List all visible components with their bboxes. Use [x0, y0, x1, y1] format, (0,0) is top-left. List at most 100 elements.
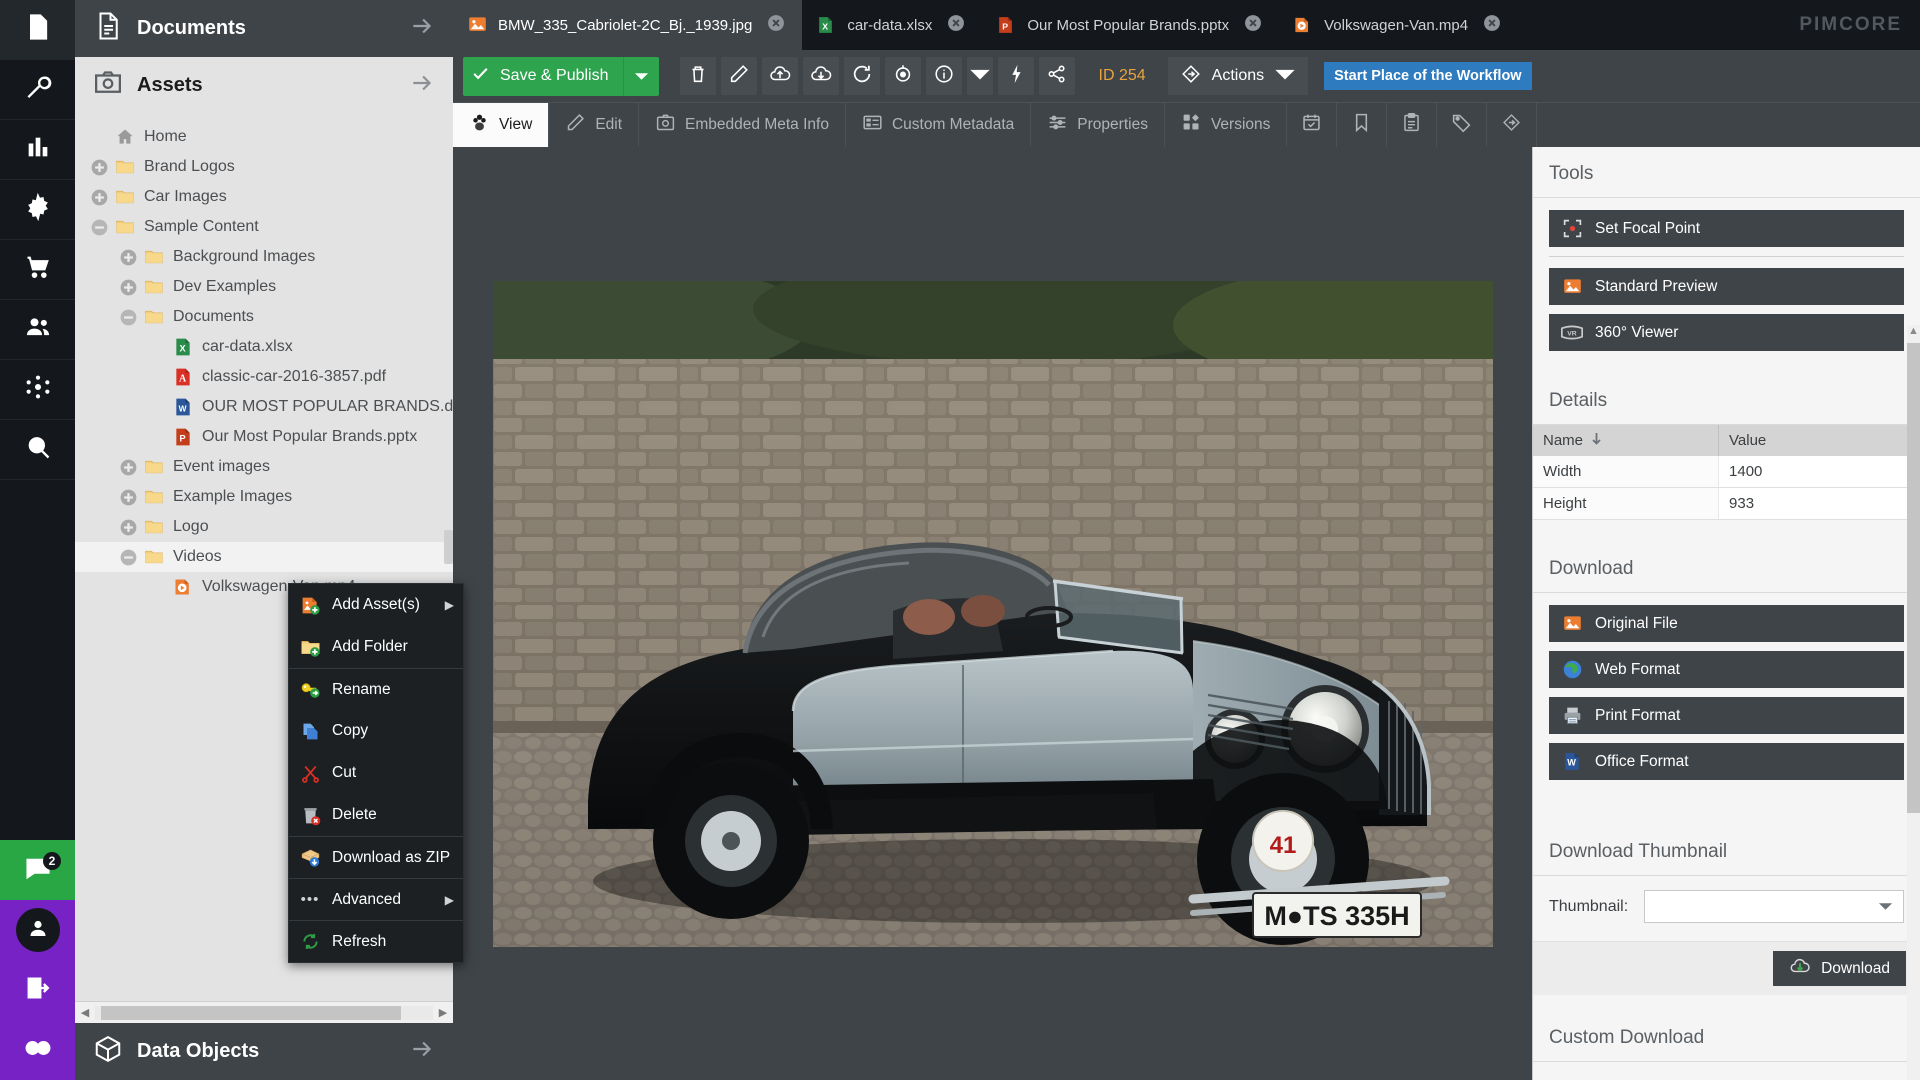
document-tab-bar[interactable]: BMW_335_Cabriolet-2C_Bj._1939.jpgXcar-da…	[453, 0, 1920, 50]
download-original-file-button[interactable]: Original File	[1549, 605, 1904, 642]
panel-resize-handle[interactable]	[444, 530, 453, 564]
context-menu-item-refresh[interactable]: Refresh	[289, 920, 463, 962]
tree-node[interactable]: WOUR MOST POPULAR BRANDS.docx	[75, 392, 453, 422]
close-icon[interactable]	[946, 13, 966, 37]
details-column-value[interactable]: Value	[1719, 425, 1920, 456]
tree-expander-plus-icon[interactable]	[118, 487, 139, 508]
arrow-right-icon[interactable]	[409, 70, 435, 101]
tree-context-menu[interactable]: Add Asset(s)▶Add FolderRenameCopyCutDele…	[288, 583, 464, 963]
tree-node[interactable]: Logo	[75, 512, 453, 542]
arrow-right-icon[interactable]	[409, 13, 435, 44]
context-menu-item-rename[interactable]: Rename	[289, 668, 463, 710]
document-tab[interactable]: POur Most Popular Brands.pptx	[982, 0, 1279, 50]
tree-horizontal-scrollbar[interactable]: ◀ ▶	[75, 1001, 453, 1023]
context-menu-item-add-folder[interactable]: Add Folder	[289, 626, 463, 668]
tree-node[interactable]: Dev Examples	[75, 272, 453, 302]
tree-expander-plus-icon[interactable]	[118, 277, 139, 298]
sub-tab-view[interactable]: View	[453, 103, 549, 147]
sub-tab-embedded-meta-info[interactable]: Embedded Meta Info	[639, 103, 846, 147]
scroll-track[interactable]	[95, 1006, 433, 1020]
rail-item-reports[interactable]	[0, 120, 75, 180]
sub-tab-clipboard[interactable]	[1387, 103, 1437, 147]
download-office-format-button[interactable]: W Office Format	[1549, 743, 1904, 780]
tree-node[interactable]: Example Images	[75, 482, 453, 512]
rail-item-marketing[interactable]	[0, 360, 75, 420]
download-web-format-button[interactable]: Web Format	[1549, 651, 1904, 688]
context-menu-item-copy[interactable]: Copy	[289, 710, 463, 752]
sub-tab-schedule-calendar[interactable]	[1287, 103, 1337, 147]
tree-node[interactable]: Background Images	[75, 242, 453, 272]
delete-button[interactable]	[680, 57, 716, 95]
rail-item-logout[interactable]	[0, 960, 75, 1020]
download-button[interactable]	[803, 57, 839, 95]
360-viewer-button[interactable]: VR 360° Viewer	[1549, 314, 1904, 351]
tree-expander-plus-icon[interactable]	[118, 247, 139, 268]
tree-node[interactable]: Documents	[75, 302, 453, 332]
more-button[interactable]	[967, 57, 993, 95]
thumbnail-select[interactable]	[1644, 890, 1904, 923]
save-dropdown-button[interactable]	[623, 57, 659, 96]
rail-item-notifications[interactable]: 2	[0, 840, 75, 900]
context-menu-item-download-as-zip[interactable]: Download as ZIP	[289, 836, 463, 878]
sub-tab-properties[interactable]: Properties	[1031, 103, 1165, 147]
scroll-thumb[interactable]	[101, 1006, 401, 1020]
info-button[interactable]	[926, 57, 962, 95]
scroll-left-arrow-icon[interactable]: ◀	[75, 1006, 95, 1019]
tree-expander-plus-icon[interactable]	[89, 187, 110, 208]
tree-node[interactable]: Home	[75, 122, 453, 152]
rail-item-tools[interactable]	[0, 60, 75, 120]
sub-tab-custom-metadata[interactable]: Custom Metadata	[846, 103, 1031, 147]
tree-node[interactable]: Brand Logos	[75, 152, 453, 182]
tree-expander-minus-icon[interactable]	[118, 307, 139, 328]
tree-node[interactable]: Xcar-data.xlsx	[75, 332, 453, 362]
workflow-status-badge[interactable]: Start Place of the Workflow	[1324, 62, 1531, 90]
tree-expander-minus-icon[interactable]	[118, 547, 139, 568]
rail-item-infinity[interactable]	[0, 1020, 75, 1080]
share-button[interactable]	[1039, 57, 1075, 95]
assets-panel-header[interactable]: Assets	[75, 57, 453, 114]
tree-expander-plus-icon[interactable]	[89, 157, 110, 178]
download-print-format-button[interactable]: Print Format	[1549, 697, 1904, 734]
rail-item-settings[interactable]	[0, 180, 75, 240]
rename-button[interactable]	[721, 57, 757, 95]
asset-sub-tabs[interactable]: ViewEditEmbedded Meta InfoCustom Metadat…	[453, 103, 1920, 147]
tree-node[interactable]: Event images	[75, 452, 453, 482]
rail-item-search[interactable]	[0, 420, 75, 480]
focal-point-button[interactable]	[885, 57, 921, 95]
flash-button[interactable]	[998, 57, 1034, 95]
document-tab[interactable]: Volkswagen-Van.mp4	[1279, 0, 1518, 50]
documents-panel-header[interactable]: Documents	[75, 0, 453, 57]
sub-tab-bookmark[interactable]	[1337, 103, 1387, 147]
sub-tab-tag[interactable]	[1437, 103, 1487, 147]
rail-item-profile[interactable]	[0, 900, 75, 960]
sub-tab-workflow[interactable]	[1487, 103, 1537, 147]
tree-node[interactable]: Videos	[75, 542, 453, 572]
tools-panel-scrollbar[interactable]: ▲	[1907, 325, 1920, 1080]
close-icon[interactable]	[766, 13, 786, 37]
asset-image-preview[interactable]: M●TS 335H 41	[493, 281, 1493, 947]
context-menu-item-cut[interactable]: Cut	[289, 752, 463, 794]
tree-expander-plus-icon[interactable]	[118, 457, 139, 478]
details-column-name[interactable]: Name	[1533, 425, 1719, 456]
actions-menu-button[interactable]: Actions	[1168, 57, 1308, 95]
sub-tab-versions[interactable]: Versions	[1165, 103, 1287, 147]
context-menu-item-add-asset-s[interactable]: Add Asset(s)▶	[289, 584, 463, 626]
context-menu-item-advanced[interactable]: •••Advanced▶	[289, 878, 463, 920]
scroll-thumb[interactable]	[1907, 343, 1920, 813]
set-focal-point-button[interactable]: Set Focal Point	[1549, 210, 1904, 247]
rail-item-customers[interactable]	[0, 300, 75, 360]
close-icon[interactable]	[1243, 13, 1263, 37]
save-and-publish-button[interactable]: Save & Publish	[463, 57, 659, 96]
tree-node[interactable]: Aclassic-car-2016-3857.pdf	[75, 362, 453, 392]
scroll-up-arrow-icon[interactable]: ▲	[1908, 325, 1919, 337]
thumbnail-download-button[interactable]: Download	[1773, 951, 1906, 986]
arrow-right-icon[interactable]	[409, 1036, 435, 1067]
rail-item-documents[interactable]	[0, 0, 75, 60]
data-objects-panel-header[interactable]: Data Objects	[75, 1023, 453, 1080]
document-tab[interactable]: Xcar-data.xlsx	[802, 0, 982, 50]
close-icon[interactable]	[1482, 13, 1502, 37]
document-tab[interactable]: BMW_335_Cabriolet-2C_Bj._1939.jpg	[453, 0, 802, 50]
upload-button[interactable]	[762, 57, 798, 95]
tree-node[interactable]: POur Most Popular Brands.pptx	[75, 422, 453, 452]
tree-expander-minus-icon[interactable]	[89, 217, 110, 238]
